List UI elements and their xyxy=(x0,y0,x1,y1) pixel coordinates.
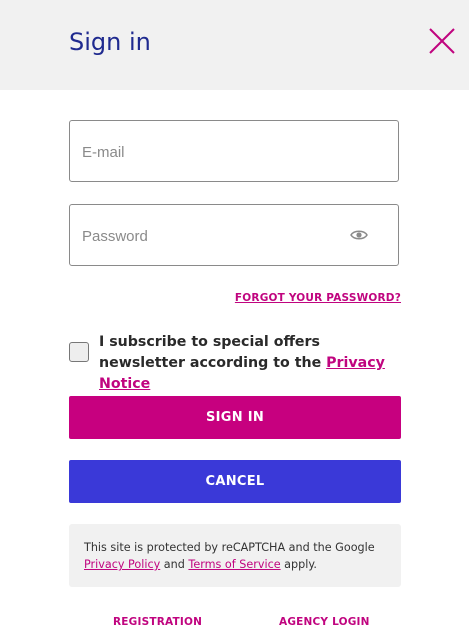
cancel-button[interactable]: CANCEL xyxy=(69,460,401,503)
newsletter-checkbox[interactable] xyxy=(69,342,89,362)
email-input[interactable] xyxy=(80,121,344,183)
registration-link[interactable]: REGISTRATION xyxy=(113,616,202,628)
password-input[interactable] xyxy=(80,205,344,267)
sign-in-button[interactable]: SIGN IN xyxy=(69,396,401,439)
recaptcha-notice: This site is protected by reCAPTCHA and … xyxy=(69,524,401,587)
recaptcha-text-2: and xyxy=(160,558,189,571)
page-title: Sign in xyxy=(69,28,151,56)
recaptcha-text-1: This site is protected by reCAPTCHA and … xyxy=(84,541,375,554)
recaptcha-text-3: apply. xyxy=(280,558,317,571)
password-field[interactable] xyxy=(69,204,399,267)
modal-header: Sign in xyxy=(0,0,469,90)
terms-of-service-link[interactable]: Terms of Service xyxy=(188,558,280,571)
email-field[interactable] xyxy=(69,120,399,183)
privacy-policy-link[interactable]: Privacy Policy xyxy=(84,558,160,571)
newsletter-text: I subscribe to special offers newsletter… xyxy=(99,334,327,371)
agency-login-link[interactable]: AGENCY LOGIN xyxy=(279,616,370,628)
close-icon[interactable] xyxy=(428,27,456,55)
forgot-password-link[interactable]: FORGOT YOUR PASSWORD? xyxy=(235,292,401,304)
newsletter-label: I subscribe to special offers newsletter… xyxy=(99,332,399,395)
eye-icon[interactable] xyxy=(350,227,368,241)
